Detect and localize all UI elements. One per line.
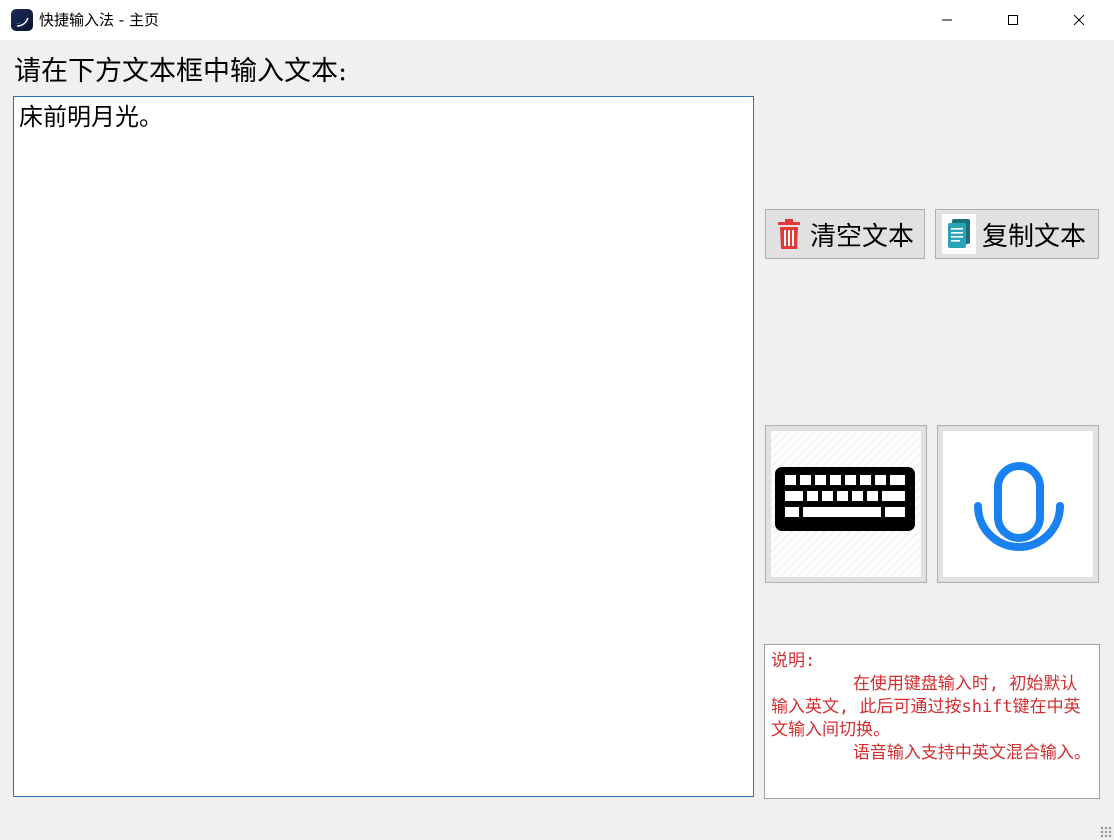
maximize-icon bbox=[1008, 15, 1018, 25]
copy-text-button[interactable]: 复制文本 bbox=[935, 209, 1099, 259]
close-icon bbox=[1073, 14, 1085, 26]
microphone-icon bbox=[974, 462, 1064, 551]
minimize-button[interactable] bbox=[924, 0, 970, 40]
resize-grip[interactable] bbox=[1100, 826, 1112, 838]
maximize-button[interactable] bbox=[990, 0, 1036, 40]
clear-text-button[interactable]: 清空文本 bbox=[765, 209, 925, 259]
window-title: 快捷输入法 - 主页 bbox=[39, 11, 159, 29]
prompt-label: 请在下方文本框中输入文本: bbox=[14, 56, 348, 87]
text-input-area[interactable]: 床前明月光。 bbox=[13, 96, 754, 797]
copy-text-label: 复制文本 bbox=[982, 221, 1087, 252]
keyboard-icon bbox=[775, 467, 915, 531]
document-copy-icon bbox=[942, 214, 976, 254]
close-button[interactable] bbox=[1056, 0, 1102, 40]
instructions-box: 说明: 在使用键盘输入时, 初始默认输入英文, 此后可通过按shift键在中英文… bbox=[764, 644, 1100, 799]
title-bar: 快捷输入法 - 主页 bbox=[0, 0, 1114, 40]
minimize-icon bbox=[942, 19, 952, 21]
voice-input-button[interactable] bbox=[937, 425, 1099, 583]
keyboard-input-button[interactable] bbox=[765, 425, 927, 583]
app-icon bbox=[11, 9, 33, 31]
trash-icon bbox=[774, 217, 804, 251]
clear-text-label: 清空文本 bbox=[810, 221, 915, 252]
